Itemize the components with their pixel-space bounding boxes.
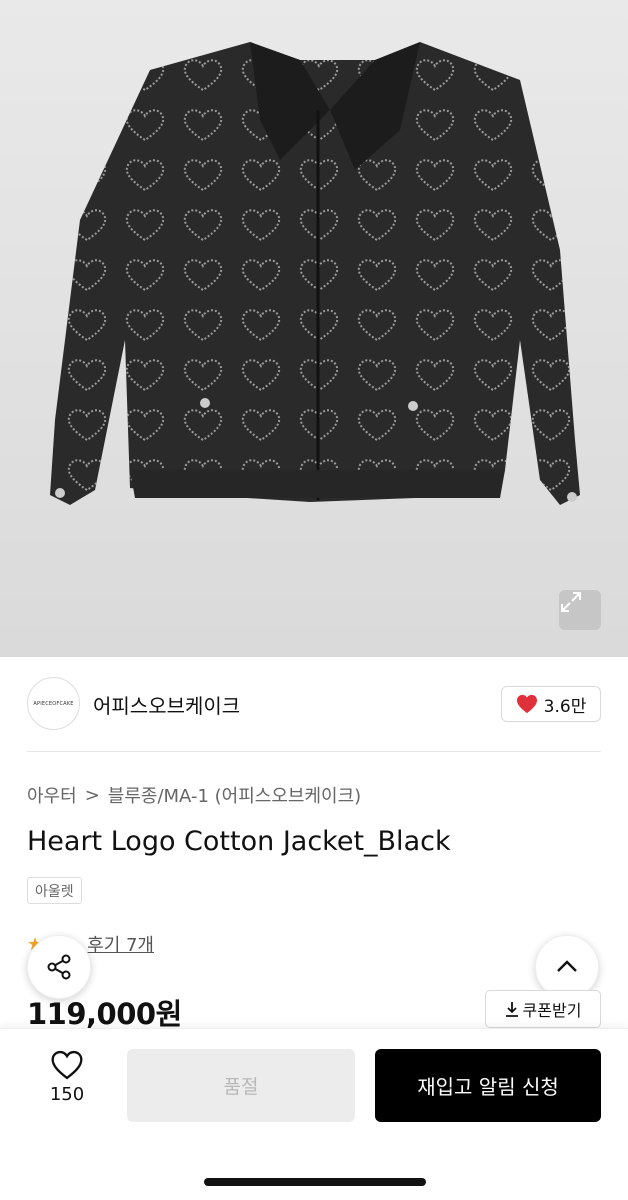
review-count[interactable]: 후기 7개 — [87, 931, 154, 957]
share-icon — [47, 954, 71, 980]
chevron-up-icon — [557, 960, 577, 972]
product-title: Heart Logo Cotton Jacket_Black — [27, 826, 451, 857]
outlet-tag: 아울렛 — [27, 877, 82, 904]
breadcrumb: 아우터 > 블루종/MA-1 (어피스오브케이크) — [27, 782, 361, 808]
download-icon — [505, 1002, 518, 1017]
share-button[interactable] — [27, 935, 91, 999]
restock-alert-button[interactable]: 재입고 알림 신청 — [375, 1049, 601, 1122]
brand-row[interactable]: APIECEOFCAKE 어피스오브케이크 3.6만 — [27, 677, 601, 731]
heart-icon — [516, 694, 537, 714]
like-count: 3.6만 — [543, 696, 587, 717]
brand-logo[interactable]: APIECEOFCAKE — [27, 677, 80, 730]
jacket-illustration — [50, 42, 580, 505]
breadcrumb-level2[interactable]: 블루종/MA-1 (어피스오브케이크) — [108, 782, 361, 808]
expand-image-button[interactable] — [559, 590, 601, 630]
price: 119,000원 — [27, 997, 182, 1031]
product-image[interactable] — [0, 0, 628, 657]
coupon-label: 쿠폰받기 — [522, 1001, 582, 1020]
expand-icon — [561, 592, 581, 612]
heart-outline-icon — [51, 1050, 83, 1080]
breadcrumb-level1[interactable]: 아우터 — [27, 782, 77, 808]
chevron-right-icon: > — [84, 784, 100, 806]
coupon-button[interactable]: 쿠폰받기 — [485, 990, 601, 1028]
brand-name[interactable]: 어피스오브케이크 — [93, 690, 240, 719]
wishlist-button[interactable]: 150 — [30, 1050, 104, 1120]
wish-count: 150 — [49, 1084, 85, 1105]
divider — [27, 751, 601, 752]
home-indicator — [204, 1178, 426, 1186]
brand-like-button[interactable]: 3.6만 — [501, 686, 601, 722]
soldout-button: 품절 — [127, 1049, 355, 1122]
